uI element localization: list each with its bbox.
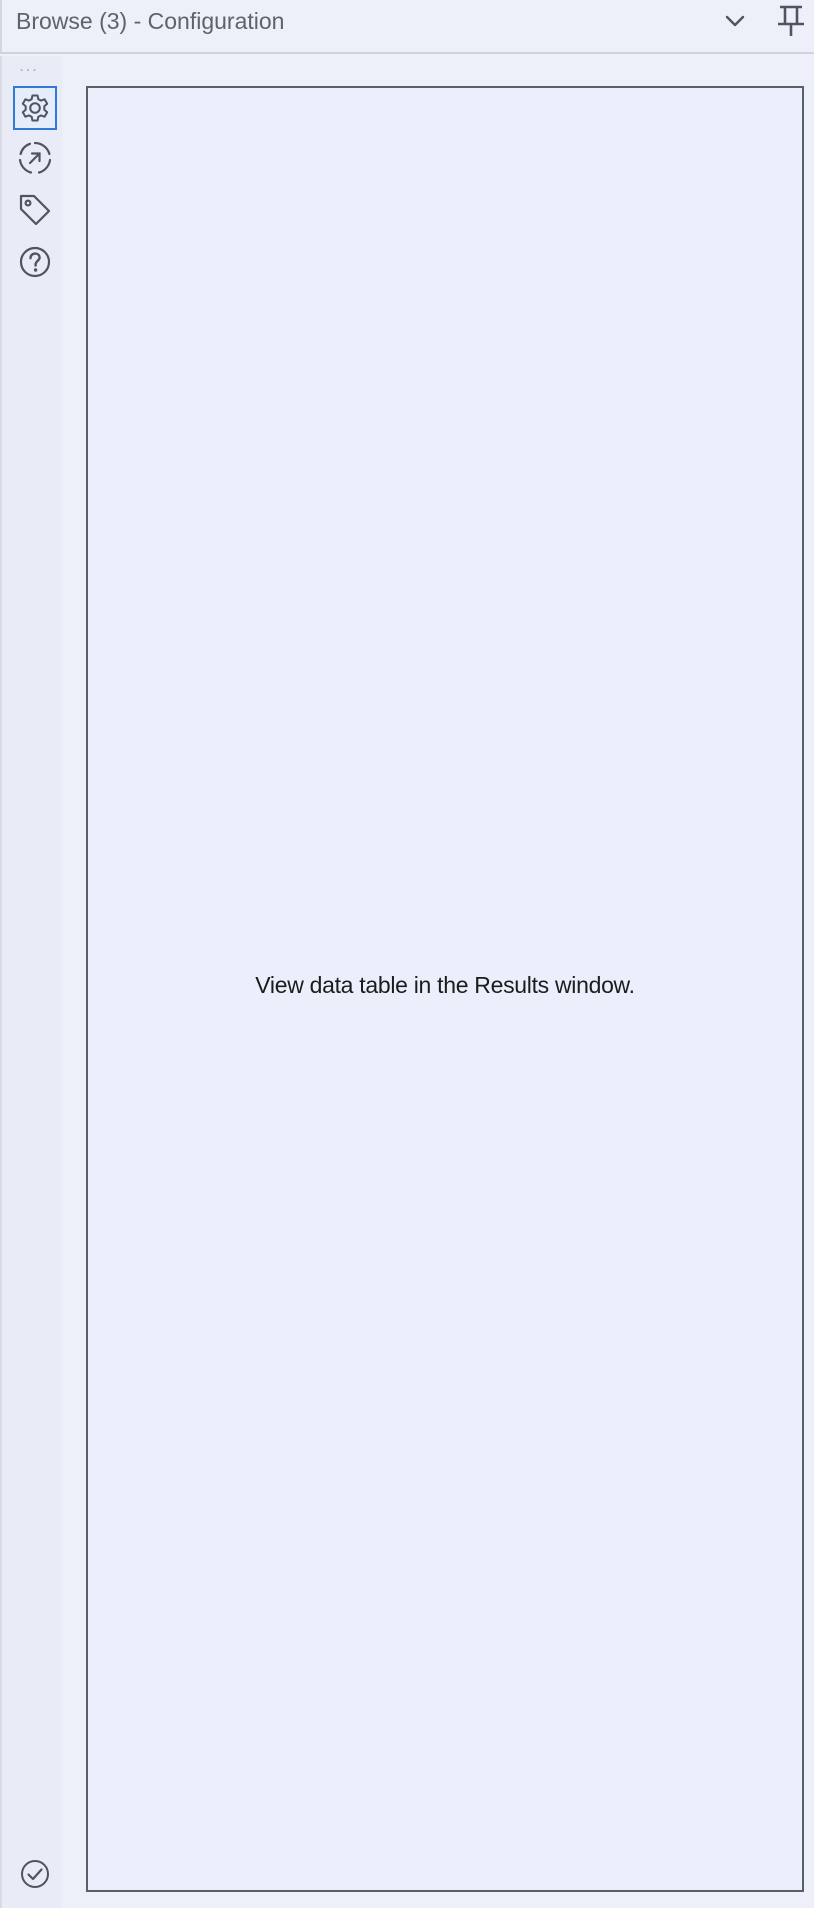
sidebar-item-configuration[interactable] [13, 86, 57, 130]
window-title-bar: Browse (3) - Configuration [0, 0, 814, 54]
sidebar-item-annotation[interactable] [13, 188, 57, 232]
tag-icon [17, 192, 53, 228]
chevron-down-icon[interactable] [720, 6, 750, 36]
help-circle-icon [18, 245, 52, 279]
sidebar-item-status[interactable] [13, 1852, 57, 1896]
window-title: Browse (3) - Configuration [16, 8, 285, 34]
check-circle-icon [19, 1858, 51, 1890]
gear-icon [19, 92, 51, 124]
sidebar-item-help[interactable] [13, 240, 57, 284]
results-info-message: View data table in the Results window. [255, 972, 635, 998]
configuration-panel: View data table in the Results window. [86, 86, 804, 1892]
configuration-window: Browse (3) - Configuration ... View data… [0, 0, 814, 1908]
sidebar: ... [0, 56, 62, 1908]
overflow-menu-icon[interactable]: ... [14, 59, 44, 76]
pin-icon[interactable] [776, 2, 806, 40]
sidebar-item-navigate[interactable] [13, 136, 57, 180]
navigate-arrow-icon [17, 140, 53, 176]
